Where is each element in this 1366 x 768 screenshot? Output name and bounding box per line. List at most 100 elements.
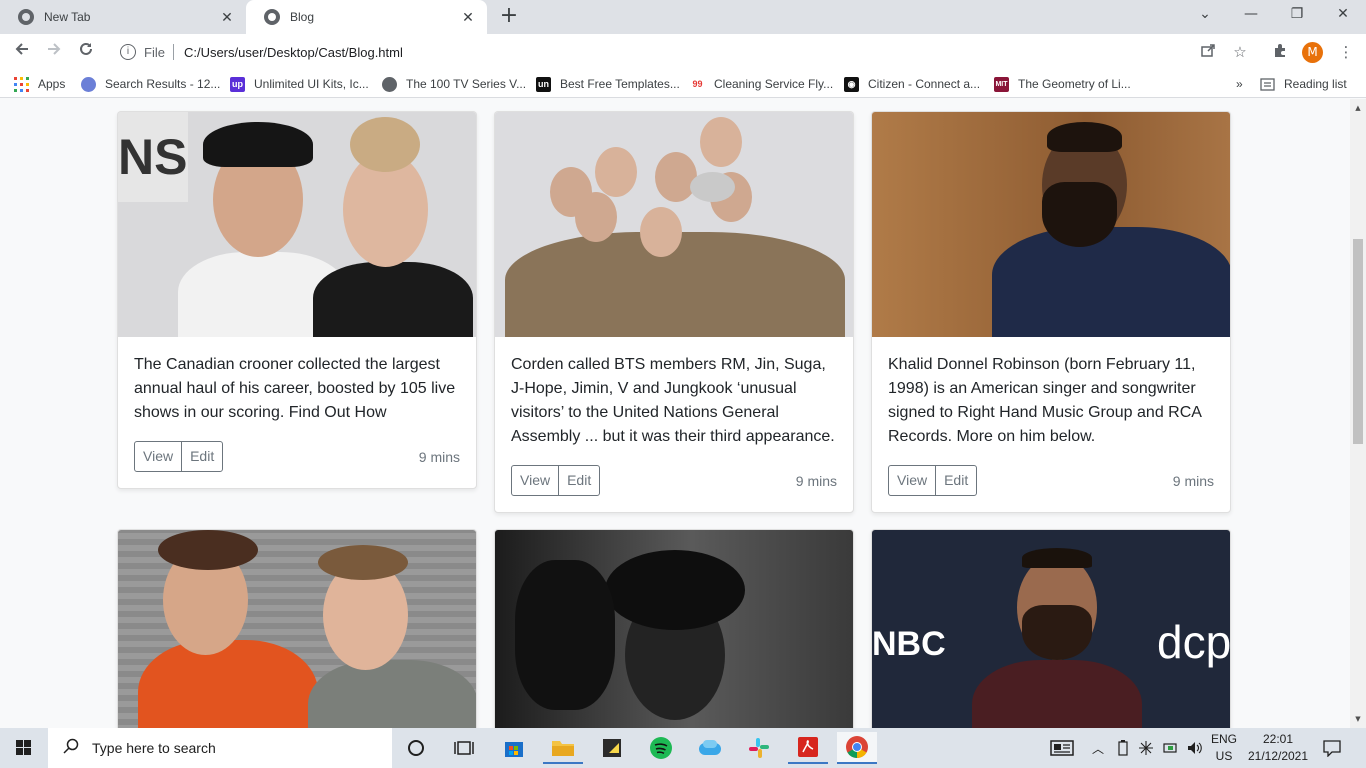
scroll-down-icon[interactable]: ▼ bbox=[1350, 712, 1366, 726]
new-tab-button[interactable]: + bbox=[495, 4, 523, 30]
card-text: The Canadian crooner collected the large… bbox=[134, 356, 456, 421]
bookmark-label: The Geometry of Li... bbox=[1018, 77, 1131, 91]
taskbar-search-placeholder: Type here to search bbox=[92, 740, 216, 756]
card-photo: NBC dcp bbox=[872, 530, 1230, 728]
read-time: 9 mins bbox=[418, 448, 460, 465]
profile-avatar[interactable]: M bbox=[1302, 42, 1323, 63]
restore-button[interactable]: ❐ bbox=[1274, 0, 1320, 30]
scroll-up-icon[interactable]: ▲ bbox=[1350, 101, 1366, 115]
chrome-taskbar-icon[interactable] bbox=[837, 732, 877, 764]
cortana-icon[interactable] bbox=[396, 732, 436, 764]
tab-blog[interactable]: Blog ✕ bbox=[246, 0, 487, 34]
share-icon[interactable] bbox=[1198, 42, 1218, 62]
file-explorer-icon[interactable] bbox=[543, 732, 583, 764]
chrome-icon bbox=[18, 9, 34, 25]
card-photo bbox=[118, 530, 476, 728]
blog-card: NS The Canadian crooner collected the la… bbox=[117, 111, 477, 489]
bookmark-star-icon[interactable]: ☆ bbox=[1230, 42, 1250, 62]
clock-time: 22:01 bbox=[1262, 732, 1294, 746]
task-view-icon[interactable] bbox=[444, 732, 484, 764]
bookmark-citizen[interactable]: ◉ Citizen - Connect a... bbox=[844, 76, 980, 92]
card-button-group: View Edit bbox=[888, 465, 978, 496]
language-code: ENG bbox=[1211, 732, 1238, 746]
scrollbar-thumb[interactable] bbox=[1353, 239, 1363, 444]
read-time: 9 mins bbox=[795, 472, 837, 489]
notifications-icon[interactable] bbox=[1322, 728, 1342, 768]
up-icon: up bbox=[230, 76, 245, 92]
edit-button[interactable]: Edit bbox=[935, 465, 978, 496]
card-text: Corden called BTS members RM, Jin, Suga,… bbox=[511, 356, 835, 445]
globe-icon bbox=[382, 76, 397, 92]
acrobat-icon[interactable] bbox=[788, 732, 828, 764]
more-bookmarks-button[interactable]: » bbox=[1236, 76, 1243, 92]
volume-icon[interactable] bbox=[1186, 728, 1204, 768]
globe-icon bbox=[264, 9, 280, 25]
bookmark-label: Cleaning Service Fly... bbox=[714, 77, 834, 91]
menu-kebab-icon[interactable]: ⋮ bbox=[1336, 42, 1356, 62]
page-scrollbar[interactable]: ▲ ▼ bbox=[1350, 99, 1366, 728]
mit-icon: MIT bbox=[994, 76, 1009, 92]
blog-card bbox=[494, 529, 854, 728]
123-icon bbox=[81, 76, 96, 92]
card-button-group: View Edit bbox=[511, 465, 601, 496]
tab-title: New Tab bbox=[44, 10, 91, 24]
windows-taskbar: Type here to search ︿ ENG US 22:01 21/12… bbox=[0, 728, 1366, 768]
blog-card: Corden called BTS members RM, Jin, Suga,… bbox=[494, 111, 854, 513]
edit-button[interactable]: Edit bbox=[181, 441, 224, 472]
bookmark-tv-series[interactable]: The 100 TV Series V... bbox=[382, 76, 526, 92]
window-close-button[interactable]: ✕ bbox=[1320, 0, 1366, 30]
minimize-button[interactable]: — bbox=[1228, 0, 1274, 30]
region-code: US bbox=[1215, 749, 1233, 763]
bookmark-ui-kits[interactable]: up Unlimited UI Kits, Ic... bbox=[230, 76, 369, 92]
slack-icon[interactable] bbox=[739, 732, 779, 764]
bookmark-geometry[interactable]: MIT The Geometry of Li... bbox=[994, 76, 1131, 92]
news-widget-icon[interactable] bbox=[1050, 728, 1074, 768]
microsoft-store-icon[interactable] bbox=[494, 732, 534, 764]
reload-icon[interactable] bbox=[72, 38, 100, 66]
address-scheme: File bbox=[144, 44, 165, 60]
reading-list-button[interactable]: Reading list bbox=[1260, 76, 1347, 92]
dcp-banner-text: dcp bbox=[1157, 616, 1230, 668]
tab-strip: New Tab ✕ Blog ✕ + ⌄ — ❐ ✕ bbox=[0, 0, 1366, 34]
view-button[interactable]: View bbox=[888, 465, 937, 496]
clock[interactable]: 22:01 21/12/2021 bbox=[1248, 728, 1308, 768]
edit-button[interactable]: Edit bbox=[558, 465, 601, 496]
extensions-icon[interactable] bbox=[1270, 42, 1290, 62]
view-button[interactable]: View bbox=[511, 465, 560, 496]
network-icon[interactable] bbox=[1138, 728, 1154, 768]
card-text: Khalid Donnel Robinson (born February 11… bbox=[888, 356, 1202, 445]
cloud-app-icon[interactable] bbox=[690, 732, 730, 764]
address-bar[interactable]: i File C:/Users/user/Desktop/Cast/Blog.h… bbox=[106, 38, 1266, 66]
blog-card: Khalid Donnel Robinson (born February 11… bbox=[871, 111, 1231, 513]
tab-close-icon[interactable]: ✕ bbox=[218, 9, 236, 26]
forward-arrow-icon[interactable] bbox=[40, 38, 68, 66]
spotify-icon[interactable] bbox=[641, 732, 681, 764]
sticky-notes-icon[interactable] bbox=[592, 732, 632, 764]
bookmark-search-results[interactable]: Search Results - 12... bbox=[81, 76, 220, 92]
bookmark-cleaning-service[interactable]: 99 Cleaning Service Fly... bbox=[690, 76, 833, 92]
language-indicator[interactable]: ENG US bbox=[1211, 728, 1237, 768]
bookmark-label: Citizen - Connect a... bbox=[868, 77, 981, 91]
bookmark-apps[interactable]: Apps bbox=[14, 76, 65, 92]
windows-start-icon[interactable] bbox=[0, 728, 48, 768]
reading-list-icon bbox=[1260, 77, 1275, 92]
read-time: 9 mins bbox=[1172, 472, 1214, 489]
address-path: C:/Users/user/Desktop/Cast/Blog.html bbox=[183, 44, 403, 60]
card-photo bbox=[495, 112, 853, 337]
citizen-icon: ◉ bbox=[844, 76, 859, 92]
taskbar-search-input[interactable]: Type here to search bbox=[48, 728, 392, 768]
tab-new-tab[interactable]: New Tab ✕ bbox=[0, 0, 246, 34]
tab-search-icon[interactable]: ⌄ bbox=[1182, 0, 1228, 30]
site-info-icon[interactable]: i bbox=[120, 44, 136, 60]
bookmark-free-templates[interactable]: un Best Free Templates... bbox=[536, 76, 680, 92]
tab-title: Blog bbox=[290, 10, 315, 24]
99-icon: 99 bbox=[692, 78, 703, 89]
tab-close-icon[interactable]: ✕ bbox=[459, 9, 477, 26]
blog-card bbox=[117, 529, 477, 728]
view-button[interactable]: View bbox=[134, 441, 183, 472]
back-arrow-icon[interactable] bbox=[8, 38, 36, 66]
battery-icon[interactable] bbox=[1116, 728, 1130, 768]
power-plug-icon[interactable] bbox=[1162, 728, 1180, 768]
clock-date: 21/12/2021 bbox=[1247, 749, 1309, 763]
tray-chevron-icon[interactable]: ︿ bbox=[1092, 728, 1104, 768]
